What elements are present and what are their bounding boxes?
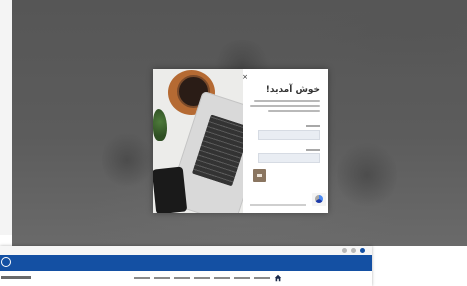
intro-text-line [250, 105, 320, 107]
profile-icon[interactable] [360, 248, 365, 253]
nav-item[interactable] [214, 276, 230, 279]
username-label [306, 125, 320, 127]
home-icon[interactable] [274, 274, 282, 282]
nav-item[interactable] [234, 276, 250, 279]
photo-plant [153, 109, 167, 141]
nav-item[interactable] [254, 276, 270, 279]
nav-item[interactable] [134, 276, 150, 279]
password-label [306, 149, 320, 151]
site-title [1, 276, 31, 279]
modal-desk-photo [153, 69, 243, 213]
nav-item[interactable] [194, 276, 210, 279]
star-icon[interactable] [351, 248, 356, 253]
site-header [0, 255, 372, 271]
username-field[interactable] [258, 130, 320, 140]
recaptcha-badge[interactable] [312, 193, 326, 206]
login-arrow-icon [257, 174, 262, 177]
university-logo-icon[interactable] [1, 257, 11, 267]
modal-footer-text [250, 204, 306, 206]
close-icon[interactable]: × [242, 74, 248, 81]
background-tree [337, 140, 397, 210]
login-form: × خوش آمدید! [242, 69, 328, 213]
nav-item[interactable] [154, 276, 170, 279]
main-nav [122, 273, 282, 282]
submit-button[interactable] [253, 169, 266, 182]
password-field[interactable] [258, 153, 320, 163]
recaptcha-icon [315, 195, 323, 203]
intro-text-line [268, 110, 320, 112]
background-tree [102, 130, 152, 190]
page-left-margin [0, 0, 12, 235]
login-modal: × خوش آمدید! [153, 69, 328, 213]
photo-phone [153, 166, 188, 213]
nav-item[interactable] [174, 276, 190, 279]
intro-text-line [254, 100, 320, 102]
welcome-title: خوش آمدید! [265, 85, 320, 95]
photo-keyboard [191, 114, 243, 187]
background-website [0, 246, 372, 286]
share-icon[interactable] [342, 248, 347, 253]
